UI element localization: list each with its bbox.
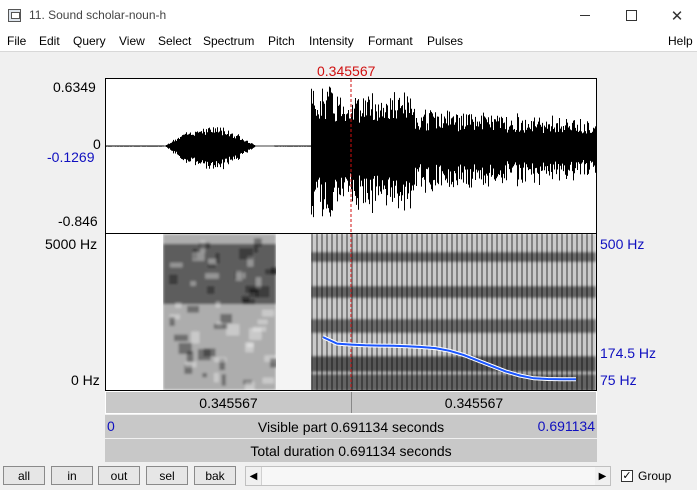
app-icon: [8, 9, 21, 22]
noise-speckle: [173, 334, 188, 342]
scroll-thumb[interactable]: [261, 467, 596, 485]
noise-speckle: [255, 286, 270, 298]
minimize-icon: [580, 15, 590, 16]
noise-speckle: [175, 302, 182, 308]
total-duration-label: Total duration 0.691134 seconds: [250, 442, 452, 459]
wave-min-label: -0.846: [58, 213, 98, 229]
visible-part-label: Visible part 0.691134 seconds: [257, 418, 445, 435]
close-button[interactable]: ✕: [654, 0, 697, 31]
noise-speckle: [186, 351, 194, 363]
title-bar: 11. Sound scholar-noun-h ✕: [0, 0, 697, 31]
cursor-time-label: 0.345567: [317, 63, 376, 79]
noise-speckle: [169, 274, 178, 285]
menu-formant[interactable]: Formant: [368, 34, 413, 48]
menu-intensity[interactable]: Intensity: [309, 34, 354, 48]
menu-query[interactable]: Query: [73, 34, 106, 48]
noise-speckle: [170, 262, 183, 268]
group-label: Group: [638, 469, 672, 483]
menu-pulses[interactable]: Pulses: [427, 34, 463, 48]
waveform-plot: [106, 79, 596, 233]
noise-speckle: [192, 252, 205, 261]
noise-speckle: [169, 317, 175, 326]
noise-speckle: [220, 313, 232, 324]
noise-speckle: [253, 246, 258, 253]
noise-speckle: [241, 295, 250, 303]
noise-speckle: [254, 238, 262, 247]
minimize-button[interactable]: [562, 0, 608, 31]
noise-speckle: [239, 248, 253, 260]
menu-help[interactable]: Help: [668, 34, 693, 48]
total-duration-bar[interactable]: Total duration 0.691134 seconds: [105, 439, 597, 462]
horizontal-scrollbar[interactable]: ◀ ▶: [245, 466, 611, 486]
noise-speckle: [190, 281, 196, 286]
zoom-all-button[interactable]: all: [3, 466, 45, 485]
menu-bar: File Edit Query View Select Spectrum Pit…: [0, 31, 697, 51]
scroll-left-arrow-icon[interactable]: ◀: [246, 467, 261, 485]
pitch-cursor-label: 174.5 Hz: [600, 345, 657, 361]
noise-speckle: [202, 373, 207, 378]
menu-view[interactable]: View: [119, 34, 145, 48]
scroll-right-arrow-icon[interactable]: ▶: [595, 467, 610, 485]
noise-speckle: [249, 328, 262, 340]
waveform-pane[interactable]: [105, 78, 597, 234]
noise-speckle: [197, 349, 211, 361]
noise-speckle: [214, 373, 219, 383]
visible-start-label: 0: [107, 418, 115, 434]
selection-left-segment[interactable]: 0.345567: [106, 392, 352, 413]
selection-bar: 0.345567 0.345567: [105, 391, 597, 414]
zoom-in-button[interactable]: in: [51, 466, 93, 485]
noise-speckle: [215, 253, 220, 264]
noise-speckle: [205, 273, 219, 279]
wave-cursor-value-label: -0.1269: [47, 149, 95, 165]
noise-speckle: [245, 381, 255, 390]
noise-speckle: [235, 270, 243, 281]
pitch-top-label: 500 Hz: [600, 236, 645, 252]
maximize-icon: [625, 10, 637, 21]
maximize-button[interactable]: [608, 0, 654, 31]
noise-speckle: [187, 305, 199, 313]
noise-speckle: [245, 342, 254, 353]
menu-spectrum[interactable]: Spectrum: [203, 34, 254, 48]
noise-speckle: [262, 309, 274, 317]
noise-speckle: [185, 361, 197, 368]
visible-end-label: 0.691134: [537, 418, 595, 434]
noise-speckle: [215, 301, 220, 308]
spectrogram-plot: [106, 234, 596, 390]
pitch-bottom-label: 75 Hz: [600, 372, 637, 388]
zoom-back-button[interactable]: bak: [194, 466, 236, 485]
noise-speckle: [199, 242, 211, 249]
noise-speckle: [207, 286, 215, 294]
noise-speckle: [226, 324, 240, 336]
noise-speckle: [262, 377, 274, 384]
noise-speckle: [221, 374, 226, 386]
wave-max-label: 0.6349: [53, 79, 96, 95]
menu-pitch[interactable]: Pitch: [268, 34, 295, 48]
closure-gap: [276, 234, 311, 390]
bottom-toolbar: all in out sel bak ◀ ▶ ✓ Group: [0, 462, 697, 490]
spectrogram-bottom-label: 0 Hz: [71, 372, 100, 388]
visible-part-bar[interactable]: 0 Visible part 0.691134 seconds 0.691134: [105, 415, 597, 438]
group-checkbox[interactable]: ✓: [621, 470, 633, 482]
zoom-out-button[interactable]: out: [98, 466, 140, 485]
window-title: 11. Sound scholar-noun-h: [29, 8, 167, 22]
glottal-striations: [311, 234, 596, 390]
spectrogram-top-label: 5000 Hz: [45, 236, 98, 252]
noise-speckle: [191, 331, 200, 344]
noise-speckle: [213, 323, 228, 329]
menu-file[interactable]: File: [7, 34, 26, 48]
menu-edit[interactable]: Edit: [39, 34, 60, 48]
selection-right-segment[interactable]: 0.345567: [352, 392, 596, 413]
spectrogram-pane[interactable]: [105, 234, 597, 391]
menu-select[interactable]: Select: [158, 34, 191, 48]
close-icon: ✕: [670, 7, 684, 25]
zoom-sel-button[interactable]: sel: [146, 466, 188, 485]
noise-speckle: [257, 319, 268, 325]
silence-region-start: [106, 234, 163, 390]
noise-speckle: [245, 285, 256, 293]
noise-speckle: [214, 357, 227, 362]
